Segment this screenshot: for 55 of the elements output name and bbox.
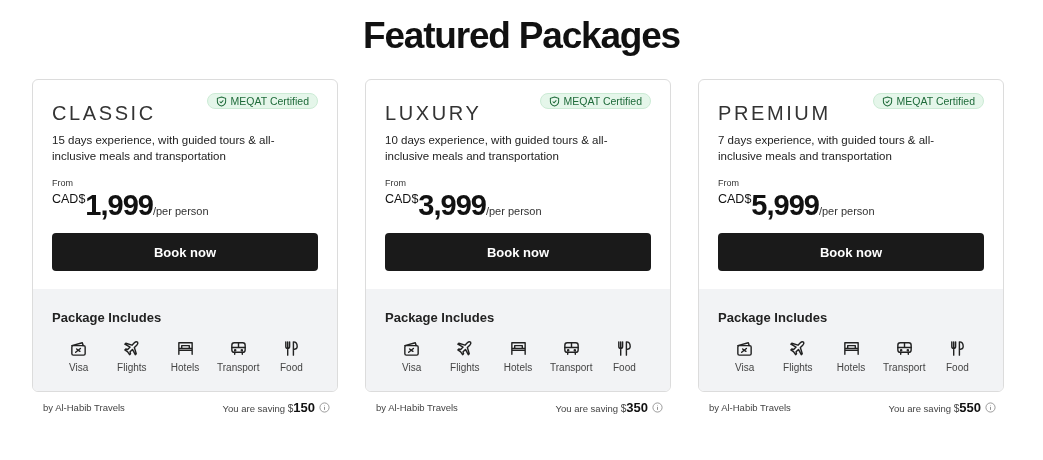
book-now-button[interactable]: Book now: [52, 233, 318, 271]
include-label: Food: [613, 362, 636, 373]
info-icon[interactable]: [652, 402, 663, 413]
include-label: Visa: [734, 362, 755, 373]
book-now-button[interactable]: Book now: [718, 233, 984, 271]
from-label: From: [385, 178, 406, 188]
package-name: CLASSIC: [52, 102, 156, 125]
package-name: PREMIUM: [718, 102, 831, 125]
include-label: Food: [280, 362, 303, 373]
from-label: From: [52, 178, 73, 188]
bus-icon: [228, 339, 248, 358]
book-now-button[interactable]: Book now: [385, 233, 651, 271]
info-icon[interactable]: [985, 402, 996, 413]
bus-icon: [894, 339, 914, 358]
shield-check-icon: [881, 95, 893, 107]
saving-text: You are saving $150: [222, 400, 315, 415]
package-description: 7 days experience, with guided tours & all-inclusive meals and transportation: [718, 133, 936, 164]
from-label: From: [718, 178, 739, 188]
include-label: Visa: [401, 362, 422, 373]
include-label: Food: [946, 362, 969, 373]
includes-heading: Package Includes: [52, 310, 162, 325]
include-label: Visa: [68, 362, 89, 373]
saving-text: You are saving $550: [888, 400, 981, 415]
package-description: 15 days experience, with guided tours & all-inclusive meals and transportation: [52, 133, 276, 164]
bed-icon: [508, 339, 528, 358]
include-label: Flights: [117, 362, 147, 373]
bed-icon: [841, 339, 861, 358]
agency-text: by Al-Habib Travels: [376, 402, 458, 413]
include-label: Flights: [783, 362, 813, 373]
include-label: Transport: [217, 362, 260, 373]
passport-icon: [735, 339, 755, 358]
info-icon[interactable]: [319, 402, 330, 413]
saving-text: You are saving $350: [555, 400, 648, 415]
section-heading: Featured Packages: [362, 14, 681, 58]
include-label: Hotels: [503, 362, 533, 373]
include-label: Flights: [450, 362, 480, 373]
certified-badge: MEQAT Certified: [872, 93, 984, 109]
agency-text: by Al-Habib Travels: [43, 402, 125, 413]
includes-heading: Package Includes: [718, 310, 828, 325]
package-name: LUXURY: [385, 102, 482, 125]
include-label: Transport: [883, 362, 926, 373]
shield-check-icon: [215, 95, 227, 107]
passport-icon: [69, 339, 89, 358]
shield-check-icon: [548, 95, 560, 107]
agency-text: by Al-Habib Travels: [709, 402, 791, 413]
include-label: Hotels: [170, 362, 200, 373]
includes-heading: Package Includes: [385, 310, 495, 325]
bed-icon: [175, 339, 195, 358]
certified-badge: MEQAT Certified: [206, 93, 318, 109]
include-label: Hotels: [836, 362, 866, 373]
certified-badge: MEQAT Certified: [539, 93, 651, 109]
bus-icon: [561, 339, 581, 358]
include-label: Transport: [550, 362, 593, 373]
package-description: 10 days experience, with guided tours & all-inclusive meals and transportation: [385, 133, 609, 164]
passport-icon: [402, 339, 422, 358]
